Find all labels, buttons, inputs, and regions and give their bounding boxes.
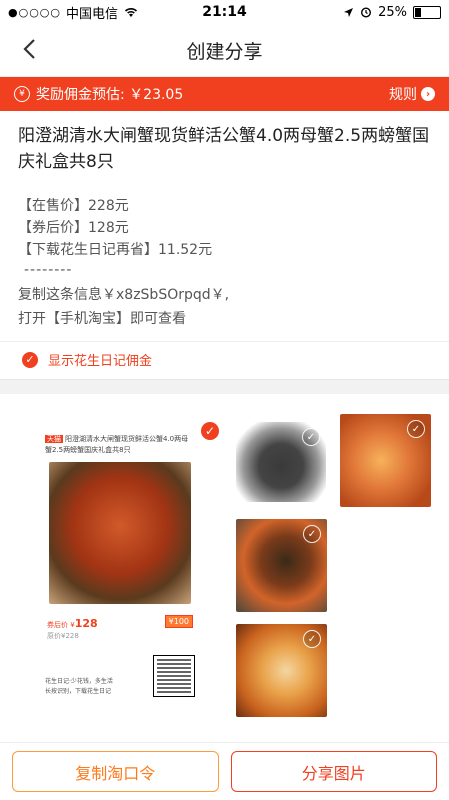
- status-right: 25%: [343, 5, 441, 20]
- battery-icon: [413, 5, 441, 19]
- battery-level: [415, 7, 421, 17]
- carrier-label: 中国电信: [66, 6, 119, 22]
- signal-icon: ●○○○○: [8, 5, 61, 19]
- nav-bar: 创建分享: [0, 24, 449, 77]
- alarm-clock-icon: [361, 7, 372, 18]
- poster-title-text: 阳澄湖清水大闸蟹现货鲜活公蟹4.0两母蟹2.5两螃蟹国庆礼盒共8只: [45, 435, 189, 454]
- select-checkmark-icon[interactable]: ✓: [303, 630, 321, 648]
- on-sale-price: 【在售价】228元: [18, 198, 129, 214]
- chevron-right-icon: ›: [421, 87, 435, 101]
- thumbnail-crab-steamed[interactable]: ✓: [236, 519, 327, 612]
- poster-slogan: 花生日记·少花钱，多生活: [45, 678, 113, 685]
- poster-selected-checkmark-icon[interactable]: ✓: [201, 422, 219, 440]
- reward-estimate: ¥ 奖励佣金预估: ￥23.05: [14, 84, 183, 104]
- location-arrow-icon: [344, 7, 354, 17]
- share-text-block: 阳澄湖清水大闸蟹现货鲜活公蟹4.0两母蟹2.5两螃蟹国庆礼盒共8只 【在售价】2…: [0, 111, 449, 331]
- after-coupon-price: 【券后价】128元: [18, 220, 129, 236]
- poster-crab-image: [49, 462, 191, 604]
- thumbnail-crab-roe-1[interactable]: ✓: [340, 414, 431, 507]
- bottom-action-bar: 复制淘口令 分享图片: [0, 742, 449, 800]
- poster-title: 天猫 阳澄湖清水大闸蟹现货鲜活公蟹4.0两母蟹2.5两螃蟹国庆礼盒共8只: [45, 434, 195, 456]
- select-checkmark-icon[interactable]: ✓: [302, 428, 320, 446]
- chevron-left-icon: [23, 39, 35, 59]
- copy-instruction-1: 复制这条信息￥x8zSbSOrpqd￥,: [18, 287, 230, 303]
- reward-text: 奖励佣金预估: ￥23.05: [36, 87, 184, 103]
- wifi-icon: [124, 8, 138, 17]
- poster-hint: 长按识别，下载花生日记: [45, 688, 112, 695]
- text-divider: --------: [24, 262, 73, 278]
- product-title: 阳澄湖清水大闸蟹现货鲜活公蟹4.0两母蟹2.5两螃蟹国庆礼盒共8只: [18, 126, 430, 172]
- page-title: 创建分享: [186, 40, 263, 63]
- back-button[interactable]: [14, 34, 44, 64]
- copy-instruction-2: 打开【手机淘宝】即可查看: [18, 311, 186, 327]
- select-checkmark-icon[interactable]: ✓: [407, 420, 425, 438]
- tmall-tag: 天猫: [45, 435, 63, 443]
- show-commission-label: 显示花生日记佣金: [48, 354, 153, 369]
- poster-original-price: 原价¥228: [47, 632, 79, 640]
- status-bar: ●○○○○ 中国电信 21:14 25%: [0, 0, 449, 24]
- app-saving: 【下载花生日记再省】11.52元: [18, 242, 213, 258]
- poster-coupon: ¥100: [164, 615, 193, 628]
- copy-tao-password-button[interactable]: 复制淘口令: [12, 751, 219, 792]
- checkmark-icon[interactable]: ✓: [22, 351, 38, 368]
- status-left: ●○○○○ 中国电信: [8, 3, 139, 22]
- image-selection-area: 天猫 阳澄湖清水大闸蟹现货鲜活公蟹4.0两母蟹2.5两螃蟹国庆礼盒共8只 券后价 …: [0, 394, 449, 724]
- select-checkmark-icon[interactable]: ✓: [303, 525, 321, 543]
- poster-price-row: 券后价 ¥128 ¥100: [45, 612, 195, 631]
- reward-bar: ¥ 奖励佣金预估: ￥23.05 规则 ›: [0, 77, 449, 111]
- rules-label: 规则: [389, 87, 417, 103]
- show-commission-toggle[interactable]: ✓ 显示花生日记佣金: [0, 341, 449, 379]
- share-poster[interactable]: 天猫 阳澄湖清水大闸蟹现货鲜活公蟹4.0两母蟹2.5两螃蟹国庆礼盒共8只 券后价 …: [45, 434, 195, 709]
- battery-percent: 25%: [378, 4, 407, 20]
- thumbnail-crabs-bowl[interactable]: ✓: [236, 422, 326, 502]
- qr-code: [153, 655, 195, 697]
- share-image-button[interactable]: 分享图片: [230, 751, 437, 792]
- section-divider: [0, 379, 449, 394]
- poster-price: 128: [74, 617, 98, 630]
- rules-link[interactable]: 规则 ›: [389, 84, 435, 104]
- poster-price-label: 券后价 ¥: [47, 621, 75, 629]
- poster-footer-text: 花生日记·少花钱，多生活 长按识别，下载花生日记: [45, 677, 113, 697]
- thumbnail-crab-roe-2[interactable]: ✓: [236, 624, 327, 717]
- yen-icon: ¥: [14, 86, 30, 102]
- poster-footer: 花生日记·少花钱，多生活 长按识别，下载花生日记: [45, 655, 195, 697]
